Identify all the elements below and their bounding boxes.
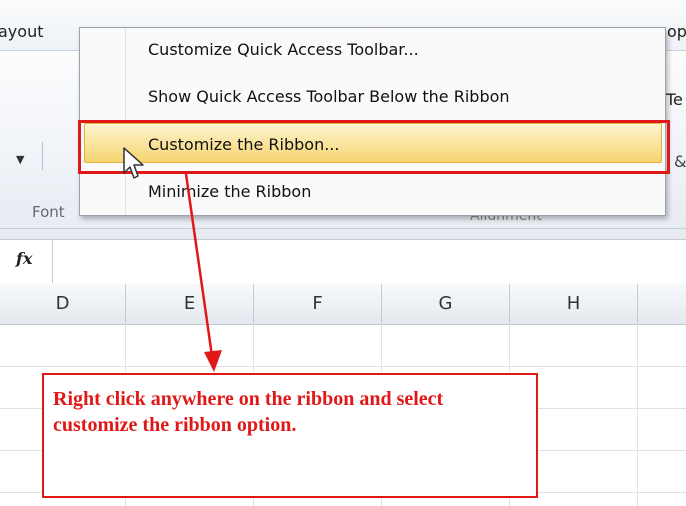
annotation-callout-text: Right click anywhere on the ribbon and s… — [53, 388, 444, 436]
